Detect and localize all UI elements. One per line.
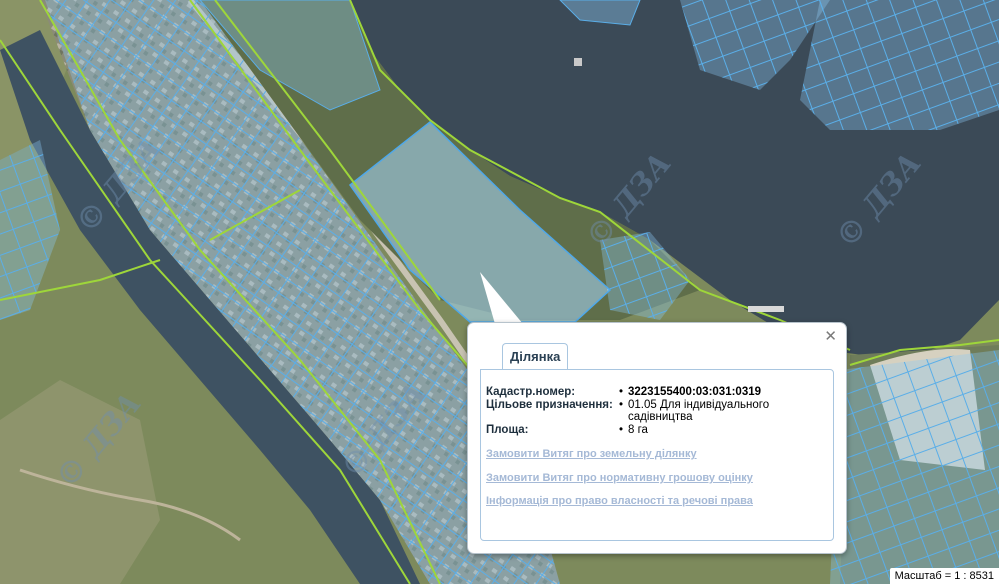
land-purpose-label: Цільове призначення: xyxy=(486,398,613,411)
close-icon[interactable]: ✕ xyxy=(824,328,837,344)
cadastral-number-label: Кадастр.номер: xyxy=(486,386,576,398)
parcel-cluster xyxy=(830,350,999,584)
parcel-info-popup: ✕ Ділянка Кадастр.номер: • 3223155400:03… xyxy=(467,322,847,554)
boat xyxy=(748,306,784,312)
attribute-row: Кадастр.номер: • 3223155400:03:031:0319 xyxy=(486,386,826,399)
area-value: 8 га xyxy=(628,423,648,436)
parcel-attributes: Кадастр.номер: • 3223155400:03:031:0319 … xyxy=(486,386,826,436)
attribute-row: Цільове призначення: • 01.05 Для індивід… xyxy=(486,399,826,424)
bullet: • xyxy=(618,386,624,398)
map-scale: Масштаб = 1 : 8531 xyxy=(889,568,999,584)
area-label: Площа: xyxy=(486,423,529,436)
order-parcel-extract-link[interactable]: Замовити Витяг про земельну ділянку xyxy=(486,448,697,460)
order-valuation-extract-link[interactable]: Замовити Витяг про нормативну грошову оц… xyxy=(486,472,753,484)
tab-parcel[interactable]: Ділянка xyxy=(502,343,569,370)
cadastral-number-value: 3223155400:03:031:0319 xyxy=(628,386,762,398)
attribute-row: Площа: • 8 га xyxy=(486,424,826,437)
land-purpose-value: 01.05 Для індивідуального садівництва xyxy=(628,398,770,424)
bullet: • xyxy=(618,398,624,411)
ownership-info-link[interactable]: Інформація про право власності та речові… xyxy=(486,495,753,507)
popup-pointer xyxy=(480,272,523,324)
tab-content: Кадастр.номер: • 3223155400:03:031:0319 … xyxy=(480,369,834,541)
boat xyxy=(574,58,582,66)
bullet: • xyxy=(618,423,624,436)
parcel-cluster xyxy=(800,0,999,130)
